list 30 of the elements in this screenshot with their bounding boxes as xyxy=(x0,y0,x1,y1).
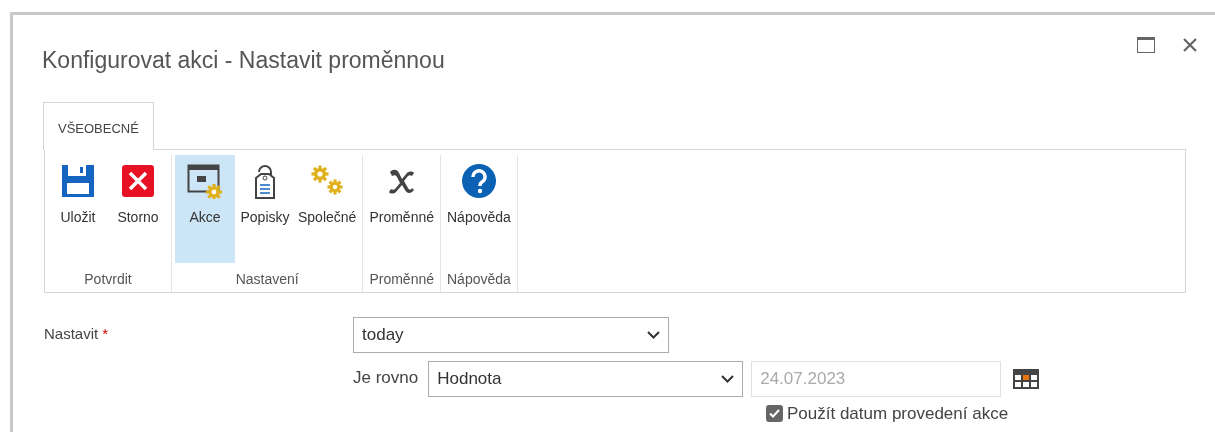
ribbon-button[interactable]: Uložit xyxy=(48,155,108,263)
ribbon-button[interactable]: Společné xyxy=(295,155,360,263)
dropdown[interactable]: today xyxy=(353,317,669,353)
required-mark: * xyxy=(102,325,109,342)
cancel-icon xyxy=(120,163,156,199)
chevron-icon xyxy=(721,375,735,383)
field-label: Nastavit xyxy=(44,325,99,342)
dropdown[interactable]: Hodnota xyxy=(428,361,744,397)
chevron-icon xyxy=(647,331,660,339)
help-icon xyxy=(460,163,497,199)
ribbon-button[interactable]: Akce xyxy=(175,155,235,263)
maximize-icon[interactable] xyxy=(1137,37,1155,53)
group-label: Potvrdit xyxy=(83,270,133,289)
calendar-icon[interactable] xyxy=(1013,369,1040,389)
save-icon xyxy=(60,163,96,199)
dialog-title: Konfigurovat akci - Nastavit proměnnou xyxy=(42,46,445,75)
ribbon-button[interactable]: Nápověda xyxy=(444,155,514,263)
ribbon-tab[interactable]: VŠEOBECNÉ xyxy=(43,101,154,150)
checkbox[interactable] xyxy=(766,405,783,423)
condition-label: Je rovno xyxy=(353,367,419,389)
window-gear-icon xyxy=(187,163,223,199)
group-label: Proměnné xyxy=(368,270,435,289)
check-icon xyxy=(769,409,780,419)
ribbon-button[interactable]: Proměnné xyxy=(366,155,437,263)
checkbox-label: Použít datum provedení akce xyxy=(787,403,1009,425)
group-label: Nastavení xyxy=(234,270,300,289)
close-icon[interactable] xyxy=(1183,38,1197,52)
group-label: Nápověda xyxy=(446,270,512,289)
ribbon-button[interactable]: Popisky xyxy=(235,155,295,263)
ribbon-button[interactable]: Storno xyxy=(108,155,168,263)
